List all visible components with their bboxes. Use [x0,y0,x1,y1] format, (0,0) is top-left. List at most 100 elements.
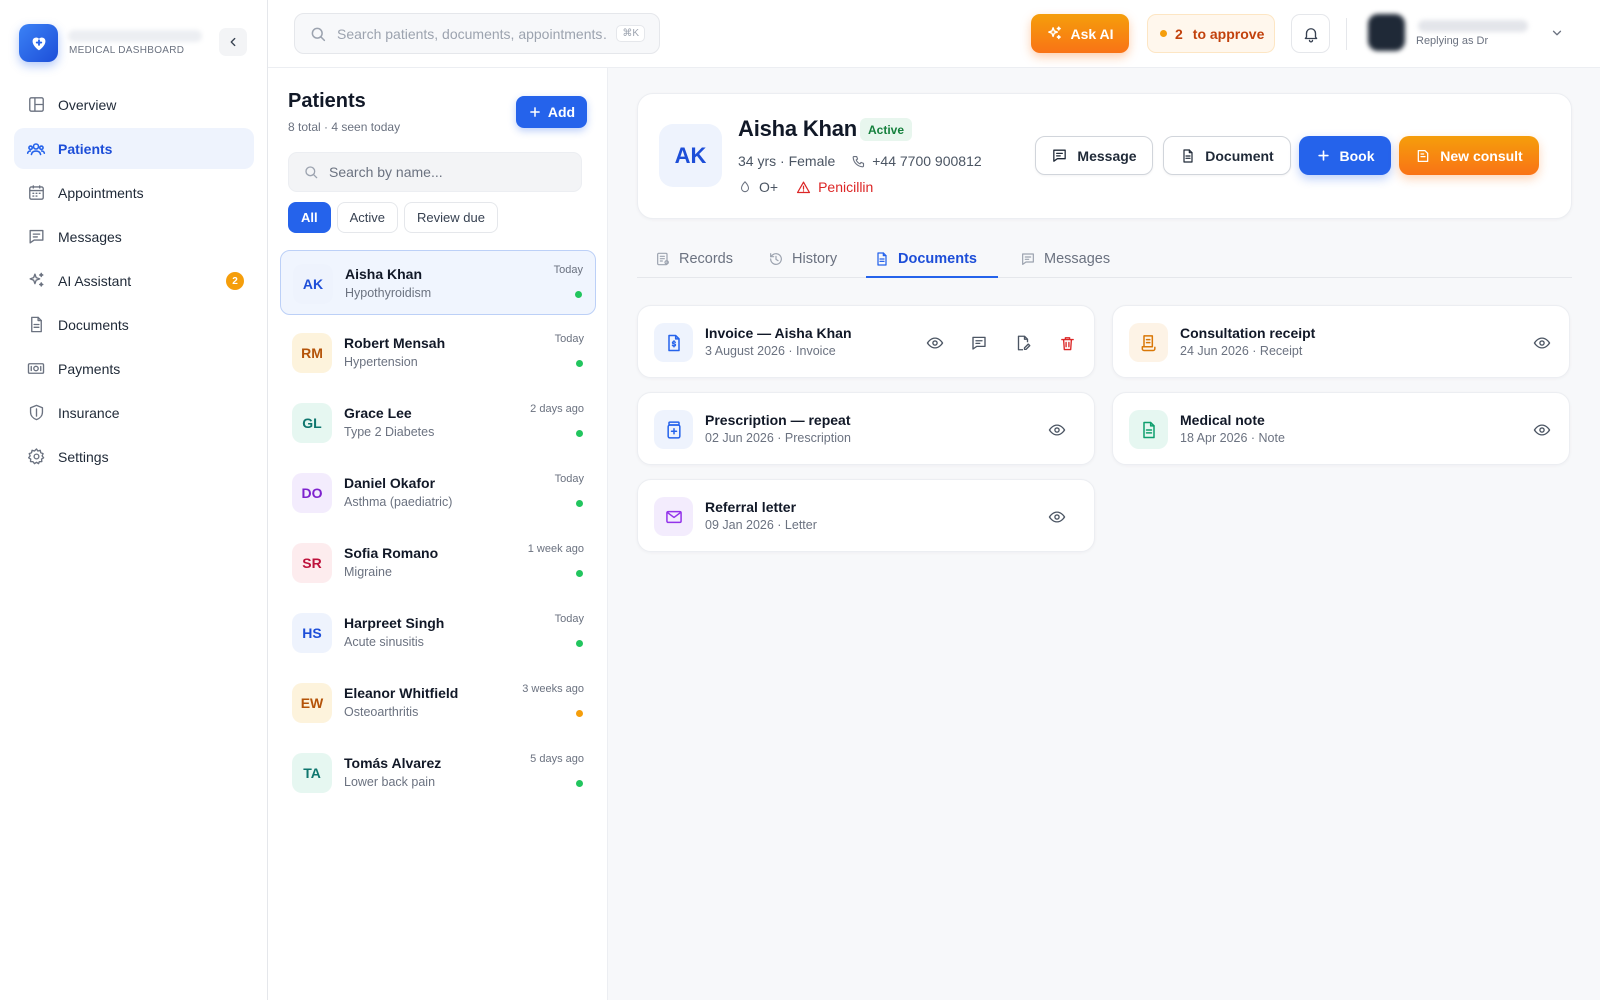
patient-row[interactable]: HS Harpreet Singh Acute sinusitis Today [280,600,596,665]
patient-row-avatar: TA [292,753,332,793]
ask-ai-button[interactable]: Ask AI [1031,14,1129,53]
user-menu-toggle[interactable] [1550,26,1564,40]
book-button[interactable]: Book [1299,136,1391,175]
document-label: Document [1205,147,1274,164]
patient-row-avatar: EW [292,683,332,723]
tab-messages[interactable]: Messages [1018,240,1112,278]
patient-filters: All Active Review due [288,202,498,233]
sidebar-item-documents[interactable]: Documents [14,304,254,345]
patients-subtitle: 8 total · 4 seen today [288,120,401,134]
blood-type: O+ [759,179,779,195]
sidebar-item-patients[interactable]: Patients [14,128,254,169]
patient-avatar: AK [659,124,722,187]
document-card-referral[interactable]: Referral letter 09 Jan 2026 · Letter [637,479,1095,552]
patient-clinical-flags: O+ Penicillin [738,179,873,195]
sidebar-item-payments[interactable]: Payments [14,348,254,389]
patient-row-condition: Lower back pain [344,775,436,789]
patient-row[interactable]: EW Eleanor Whitfield Osteoarthritis 3 weeks… [280,670,596,735]
message-button[interactable]: Message [1035,136,1153,175]
patient-row-name: Tomás Alvarez [344,755,442,771]
user-name-redacted [1418,20,1528,32]
doc-icon-tile [654,497,693,536]
tab-documents[interactable]: Documents [872,240,979,278]
age-sex: 34 yrs · Female [738,153,836,169]
document-card-invoice[interactable]: Invoice — Aisha Khan 3 August 2026 · Inv… [637,305,1095,378]
patient-row[interactable]: GL Grace Lee Type 2 Diabetes 2 days ago [280,390,596,455]
view-document-button[interactable] [1529,417,1555,443]
sidebar-item-settings[interactable]: Settings [14,436,254,477]
sidebar-item-appointments[interactable]: Appointments [14,172,254,213]
document-title: Referral letter [705,499,797,515]
user-avatar[interactable] [1368,14,1405,51]
header-divider [1346,18,1347,50]
patient-row-condition: Acute sinusitis [344,635,424,649]
edit-document-button[interactable] [1010,330,1036,356]
sidebar-item-messages[interactable]: Messages [14,216,254,257]
filter-review-due[interactable]: Review due [404,202,498,233]
view-document-button[interactable] [1529,330,1555,356]
patient-row-status-dot [576,570,583,577]
replying-as-label: Replying as Dr [1416,35,1489,47]
tab-label: History [792,251,838,267]
patient-row-name: Robert Mensah [344,335,446,351]
eye-icon [1048,424,1066,436]
new-consult-button[interactable]: New consult [1399,136,1539,175]
search-shortcut-hint: ⌘K [616,25,645,42]
tab-history[interactable]: History [766,240,839,278]
notifications-button[interactable] [1291,14,1330,53]
view-document-button[interactable] [1044,417,1070,443]
view-document-button[interactable] [1044,504,1070,530]
patient-row[interactable]: RM Robert Mensah Hypertension Today [280,320,596,385]
brand-name-redacted [68,30,202,42]
comment-document-button[interactable] [966,330,992,356]
patient-header-card: AK Aisha Khan Active 34 yrs · Female +44… [637,93,1572,219]
document-card-note[interactable]: Medical note 18 Apr 2026 · Note [1112,392,1570,465]
active-tab-indicator [866,276,998,278]
patient-search-input[interactable] [329,164,569,180]
patient-row-name: Eleanor Whitfield [344,685,459,701]
sidebar-item-overview[interactable]: Overview [14,84,254,125]
patient-list: AK Aisha Khan Hypothyroidism Today RM Robert … [280,250,596,810]
patient-row-status-dot [576,640,583,647]
document-meta: 24 Jun 2026 · Receipt [1180,344,1303,358]
tab-records[interactable]: Records [653,240,735,278]
document-title: Medical note [1180,412,1265,428]
phone-number[interactable]: +44 7700 900812 [872,153,981,169]
sidebar-item-ai-assistant[interactable]: AI Assistant 2 [14,260,254,301]
global-search-input[interactable] [337,25,607,42]
patient-row-last-seen: Today [553,264,583,276]
patient-row[interactable]: AK Aisha Khan Hypothyroidism Today [280,250,596,315]
message-icon [1051,147,1068,164]
patient-row-avatar: SR [292,543,332,583]
document-meta: 3 August 2026 · Invoice [705,344,836,358]
patient-row[interactable]: DO Daniel Okafor Asthma (paediatric) Today [280,460,596,525]
users-icon [26,139,46,159]
sidebar-item-label: Settings [58,448,109,465]
message-icon [1020,251,1036,267]
add-patient-button[interactable]: Add [516,96,587,128]
patient-row-last-seen: 1 week ago [527,543,584,555]
document-card-receipt[interactable]: Consultation receipt 24 Jun 2026 · Recei… [1112,305,1570,378]
layout-icon [26,95,46,115]
collapse-sidebar-button[interactable] [219,28,247,56]
document-button[interactable]: Document [1163,136,1291,175]
document-card-prescription[interactable]: Prescription — repeat 02 Jun 2026 · Pres… [637,392,1095,465]
patient-row[interactable]: TA Tomás Alvarez Lower back pain 5 days ago [280,740,596,805]
sparkles-icon [1046,25,1063,42]
brand-logo[interactable] [19,24,58,62]
records-icon [655,251,671,267]
view-document-button[interactable] [922,330,948,356]
filter-all[interactable]: All [288,202,331,233]
sidebar-item-label: Appointments [58,184,144,201]
banknote-icon [26,359,46,379]
plus-icon [528,105,542,119]
filter-active[interactable]: Active [336,202,399,233]
pending-approvals-button[interactable]: 2 to approve [1147,14,1275,53]
patient-row-condition: Hypertension [344,355,418,369]
status-badge: Active [860,118,913,141]
chevron-down-icon [1552,30,1562,36]
sidebar-item-insurance[interactable]: Insurance [14,392,254,433]
patient-row[interactable]: SR Sofia Romano Migraine 1 week ago [280,530,596,595]
delete-document-button[interactable] [1054,330,1080,356]
patient-row-avatar: GL [292,403,332,443]
